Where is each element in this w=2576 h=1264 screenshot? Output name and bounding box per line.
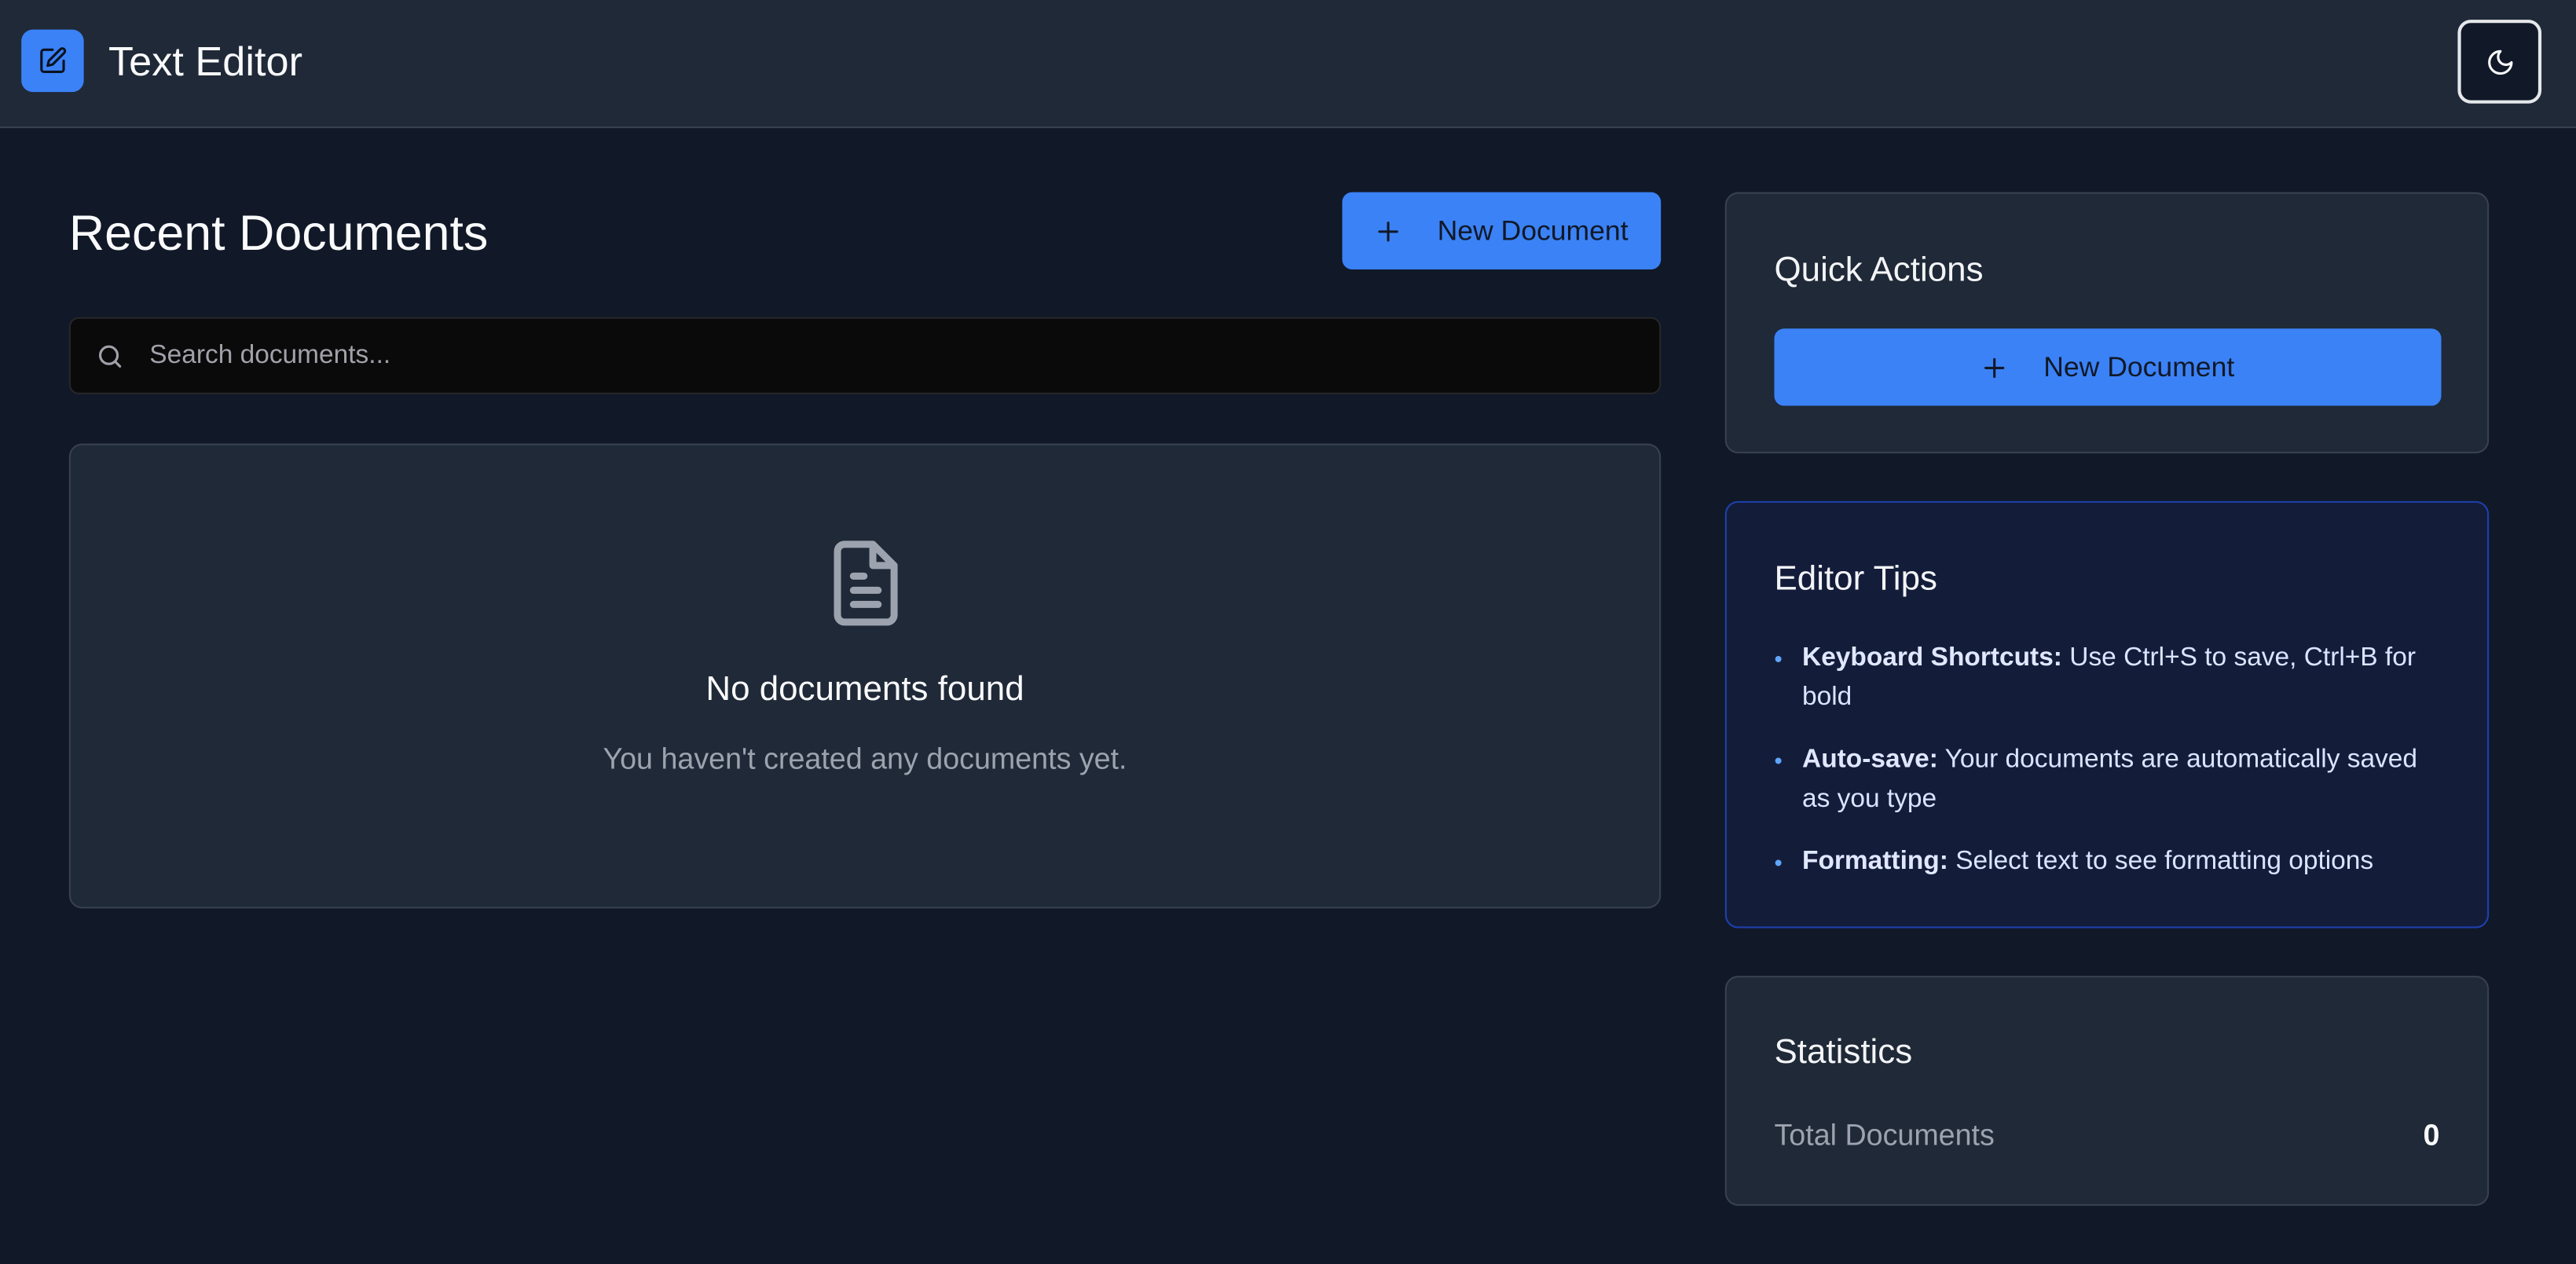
quick-new-document-label: New Document (2043, 350, 2235, 383)
app-root: Text Editor Recent Documents New Documen… (0, 0, 2576, 1263)
editor-tips-title: Editor Tips (1774, 560, 1937, 599)
empty-state-subtitle: You haven't created any documents yet. (603, 742, 1127, 776)
theme-toggle-button[interactable] (2457, 20, 2542, 104)
search-input[interactable] (149, 318, 1629, 393)
edit-icon (38, 46, 68, 76)
empty-state-title: No documents found (705, 670, 1024, 709)
bullet-icon: • (1774, 645, 1783, 672)
quick-new-document-button[interactable]: New Document (1774, 328, 2442, 406)
new-document-button[interactable]: New Document (1342, 192, 1662, 269)
quick-actions-title: Quick Actions (1774, 251, 1984, 290)
quick-actions-card: Quick Actions New Document (1724, 192, 2490, 454)
moon-icon (2485, 47, 2515, 77)
app-logo (21, 29, 84, 93)
total-documents-label: Total Documents (1774, 1119, 1995, 1152)
empty-state-card: No documents found You haven't created a… (68, 443, 1662, 909)
tip-text: Select text to see formatting options (1955, 848, 2374, 876)
bullet-icon: • (1774, 747, 1783, 774)
new-document-label: New Document (1437, 214, 1629, 246)
tips-list: • Keyboard Shortcuts: Use Ctrl+S to save… (1774, 639, 2447, 905)
page-title: Recent Documents (68, 207, 489, 262)
statistics-title: Statistics (1774, 1033, 1913, 1072)
tip-item: • Keyboard Shortcuts: Use Ctrl+S to save… (1774, 639, 2447, 717)
total-documents-value: 0 (2423, 1119, 2440, 1152)
plus-icon (1375, 218, 1401, 244)
document-icon (823, 537, 909, 629)
tip-item: • Auto-save: Your documents are automati… (1774, 741, 2447, 819)
top-bar: Text Editor (0, 0, 2576, 129)
app-title: Text Editor (108, 39, 303, 86)
tip-label: Auto-save: (1802, 746, 1938, 774)
plus-icon (1981, 354, 2007, 380)
tip-label: Keyboard Shortcuts: (1802, 643, 2062, 672)
tip-label: Formatting: (1802, 848, 1948, 876)
editor-tips-card: Editor Tips • Keyboard Shortcuts: Use Ct… (1724, 500, 2490, 929)
statistics-card: Statistics Total Documents 0 (1724, 976, 2490, 1206)
tip-item: • Formatting: Select text to see formatt… (1774, 843, 2447, 882)
search-icon (95, 342, 125, 372)
bullet-icon: • (1774, 849, 1783, 876)
search-bar (68, 317, 1662, 394)
